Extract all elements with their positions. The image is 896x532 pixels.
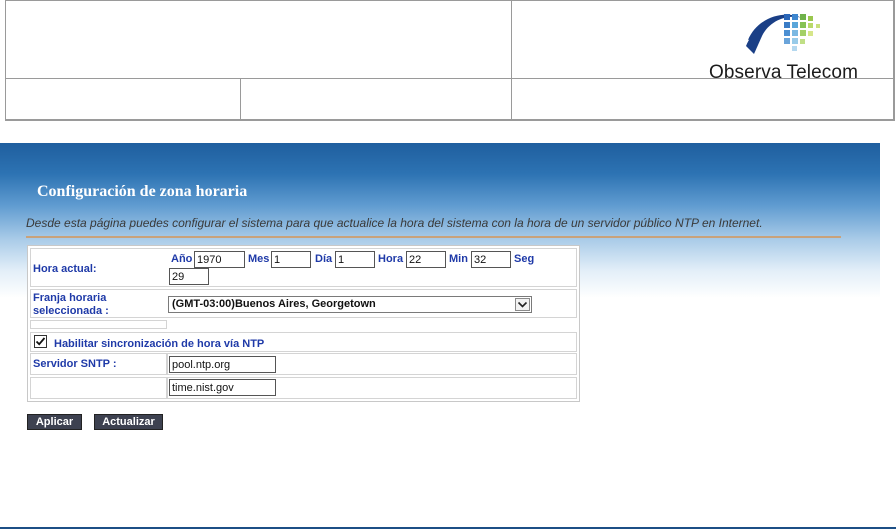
title-divider xyxy=(26,236,841,238)
header-cell-bottom-3 xyxy=(511,78,895,121)
chevron-down-icon[interactable] xyxy=(515,298,530,311)
ntp-enable-label: Habilitar sincronización de hora vía NTP xyxy=(54,338,265,350)
bottom-divider xyxy=(0,527,896,529)
logo-text: Observa Telecom xyxy=(709,62,858,83)
timezone-form: Hora actual: Año Mes Día Hora Min Seg Fr… xyxy=(27,245,580,402)
checkmark-icon xyxy=(35,337,46,346)
refresh-button[interactable]: Actualizar xyxy=(94,414,163,430)
header-cell-top-left xyxy=(5,0,512,79)
company-logo: Observa Telecom xyxy=(700,6,880,83)
page-intro: Desde esta página puedes configurar el s… xyxy=(26,216,763,230)
day-label: Día xyxy=(315,253,333,265)
timezone-label-line1: Franja horaria xyxy=(33,292,107,304)
page-title: Configuración de zona horaria xyxy=(37,183,248,200)
current-time-label: Hora actual: xyxy=(33,263,97,275)
year-label: Año xyxy=(171,253,193,265)
month-input[interactable] xyxy=(271,251,311,268)
apply-button[interactable]: Aplicar xyxy=(27,414,82,430)
timezone-label-line2: seleccionada : xyxy=(33,305,109,317)
sec-input[interactable] xyxy=(169,268,209,285)
sntp-label: Servidor SNTP : xyxy=(33,358,117,370)
sntp-server-2-input[interactable] xyxy=(169,379,276,396)
header-cell-bottom-2 xyxy=(240,78,512,121)
hour-input[interactable] xyxy=(406,251,446,268)
year-input[interactable] xyxy=(194,251,245,268)
month-label: Mes xyxy=(248,253,270,265)
timezone-select[interactable]: (GMT-03:00)Buenos Aires, Georgetown xyxy=(168,296,532,313)
header-cell-bottom-1 xyxy=(5,78,241,121)
spacer-row xyxy=(30,320,167,329)
sntp-server-1-input[interactable] xyxy=(169,356,276,373)
sec-label: Seg xyxy=(514,253,535,265)
timezone-select-value: (GMT-03:00)Buenos Aires, Georgetown xyxy=(172,298,376,310)
sntp-row-2 xyxy=(30,377,167,399)
ntp-enable-checkbox[interactable] xyxy=(34,335,47,348)
day-input[interactable] xyxy=(335,251,375,268)
min-label: Min xyxy=(449,253,468,265)
min-input[interactable] xyxy=(471,251,511,268)
logo-mark-icon xyxy=(746,14,820,54)
hour-label: Hora xyxy=(378,253,404,265)
